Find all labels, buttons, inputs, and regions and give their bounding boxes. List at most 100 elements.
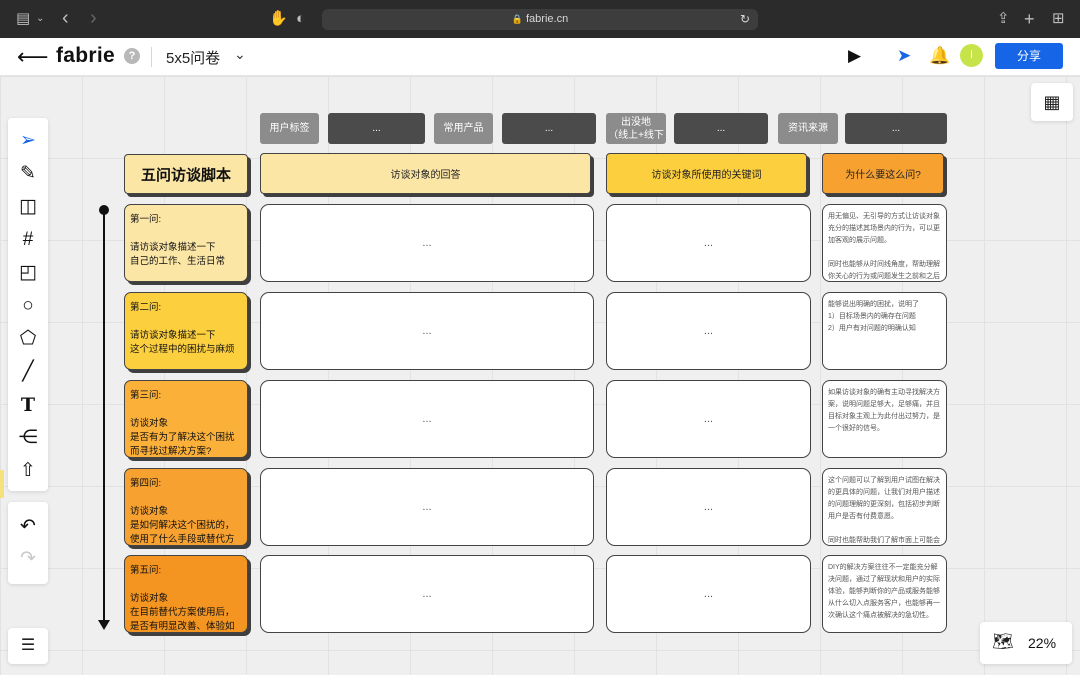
answer-card[interactable]: ...: [260, 292, 594, 370]
layers-icon[interactable]: ☰: [8, 628, 48, 664]
column-header-why[interactable]: 为什么要这么问?: [822, 153, 944, 194]
divider: [151, 47, 152, 67]
why-card[interactable]: 能够说出明确的困扰，说明了 1）目标场景内的确存在问题 2）用户有对问题的明确认…: [822, 292, 947, 370]
upload-icon[interactable]: ⇧: [8, 456, 48, 486]
extension-icon[interactable]: ✋: [269, 9, 288, 29]
tag-location[interactable]: 出没地 （线上+线下: [606, 113, 666, 144]
connector-tool-icon[interactable]: ⋲: [8, 423, 48, 453]
avatar[interactable]: I: [960, 44, 983, 67]
answer-placeholder: ...: [422, 325, 432, 337]
answer-card[interactable]: ...: [260, 204, 594, 282]
keywords-placeholder: ...: [703, 588, 714, 600]
share-button[interactable]: 分享: [995, 43, 1063, 69]
why-text: 如果访谈对象的确有主动寻找解决方案，说明问题足够大，足够痛，并且目标对象主观上为…: [828, 389, 940, 432]
pen-tool-icon[interactable]: ✎: [8, 159, 48, 189]
document-title[interactable]: 5x5问卷: [166, 47, 220, 68]
timeline-arrow-icon: [98, 620, 110, 630]
table-icon[interactable]: ▦: [1031, 83, 1073, 121]
why-text: 能够说出明确的困扰，说明了 1）目标场景内的确存在问题 2）用户有对问题的明确认…: [828, 301, 919, 332]
answer-placeholder: ...: [422, 501, 432, 513]
lock-icon: 🔒: [511, 14, 523, 24]
why-card[interactable]: 这个问题可以了解到用户试图在解决的更具体的问题，让我们对用户描述的问题理解的更深…: [822, 468, 947, 546]
select-tool-icon[interactable]: ➢: [8, 126, 48, 156]
history-palette: ↶ ↷: [8, 502, 48, 584]
help-icon[interactable]: ?: [124, 48, 140, 64]
tag-common-products[interactable]: 常用产品: [434, 113, 493, 144]
why-card[interactable]: 如果访谈对象的确有主动寻找解决方案，说明问题足够大，足够痛，并且目标对象主观上为…: [822, 380, 947, 458]
keywords-card[interactable]: ...: [606, 292, 811, 370]
back-icon[interactable]: ‹: [62, 8, 69, 28]
text-tool-icon[interactable]: T: [8, 390, 48, 420]
why-card[interactable]: 用无偏见、无引导的方式让访谈对象充分的描述其场景内的行为，可以更加客观的展示问题…: [822, 204, 947, 282]
answer-card[interactable]: ...: [260, 555, 594, 633]
question-card[interactable]: 第三问: 访谈对象 是否有为了解决这个困扰而寻找过解决方案?: [124, 380, 248, 458]
zoom-level[interactable]: 22%: [1028, 635, 1056, 651]
chevron-down-icon[interactable]: ⌄: [234, 46, 246, 63]
question-number: 第一问:: [130, 214, 162, 225]
privacy-icon[interactable]: ◐: [296, 9, 305, 29]
tag-user-label[interactable]: 用户标签: [260, 113, 319, 144]
browser-toolbar: ▤ ⌄ ‹ › ✋ ◐ 🔒 fabrie.cn ↻ ⇪ + ⊞: [0, 0, 1080, 38]
address-bar[interactable]: 🔒 fabrie.cn ↻: [322, 9, 758, 30]
tag-value[interactable]: ...: [845, 113, 947, 144]
line-tool-icon[interactable]: ╱: [8, 357, 48, 387]
question-text: 访谈对象 是如何解决这个困扰的，使用了什么手段或替代方案?: [130, 506, 235, 545]
answer-placeholder: ...: [422, 413, 432, 425]
url-text: fabrie.cn: [526, 13, 569, 25]
timeline-line: [103, 210, 105, 626]
sidebar-icon[interactable]: ▤: [16, 9, 30, 29]
chevron-down-icon[interactable]: ⌄: [36, 9, 44, 29]
keywords-placeholder: ...: [703, 325, 714, 337]
app-logo[interactable]: fabrie: [56, 44, 115, 68]
share-icon[interactable]: ⇪: [997, 9, 1010, 29]
keywords-placeholder: ...: [703, 501, 714, 513]
new-tab-icon[interactable]: +: [1024, 9, 1035, 29]
circle-tool-icon[interactable]: ○: [8, 291, 48, 321]
column-header-keywords[interactable]: 访谈对象所使用的关键词: [606, 153, 807, 194]
why-text: 用无偏见、无引导的方式让访谈对象充分的描述其场景内的行为，可以更加客观的展示问题…: [828, 213, 940, 280]
reload-icon[interactable]: ↻: [740, 9, 750, 30]
keywords-card[interactable]: ...: [606, 555, 811, 633]
redo-icon[interactable]: ↷: [8, 544, 48, 574]
board-title[interactable]: 五问访谈脚本: [124, 154, 248, 194]
present-icon[interactable]: ▶: [848, 46, 861, 66]
tag-info-source[interactable]: 资讯来源: [778, 113, 838, 144]
answer-placeholder: ...: [422, 588, 432, 600]
keywords-card[interactable]: ...: [606, 468, 811, 546]
frame-tool-icon[interactable]: #: [8, 225, 48, 255]
question-text: 请访谈对象描述一下 自己的工作、生活日常: [130, 242, 226, 267]
keywords-card[interactable]: ...: [606, 380, 811, 458]
question-card[interactable]: 第五问: 访谈对象 在目前替代方案使用后，是否有明显改善、体验如何?: [124, 555, 248, 633]
question-text: 访谈对象 是否有为了解决这个困扰而寻找过解决方案?: [130, 418, 235, 457]
answer-card[interactable]: ...: [260, 468, 594, 546]
back-arrow-icon[interactable]: ⟵: [17, 44, 49, 70]
app-header: ⟵ fabrie ? 5x5问卷 ⌄ ▶ ➤ 🔔 I 分享: [0, 38, 1080, 76]
zoom-control[interactable]: 🗺 22%: [980, 622, 1072, 664]
why-text: DIY的解决方案往往不一定能充分解决问题，通过了解现状和用户的实际体验，能够判断…: [828, 564, 940, 619]
question-card[interactable]: 第四问: 访谈对象 是如何解决这个困扰的，使用了什么手段或替代方案?: [124, 468, 248, 546]
sticky-note-icon[interactable]: ◰: [8, 258, 48, 288]
map-icon[interactable]: 🗺: [992, 632, 1014, 652]
tab-overview-icon[interactable]: ⊞: [1052, 9, 1065, 29]
keywords-card[interactable]: ...: [606, 204, 811, 282]
question-number: 第四问:: [130, 478, 162, 489]
polygon-tool-icon[interactable]: ⬠: [8, 324, 48, 354]
question-number: 第二问:: [130, 302, 162, 313]
forward-icon[interactable]: ›: [90, 8, 97, 28]
cursor-follow-icon[interactable]: ➤: [897, 46, 911, 66]
question-card[interactable]: 第一问: 请访谈对象描述一下 自己的工作、生活日常: [124, 204, 248, 282]
tag-value[interactable]: ...: [674, 113, 768, 144]
template-tool-icon[interactable]: ◫: [8, 192, 48, 222]
tag-value[interactable]: ...: [502, 113, 596, 144]
question-card[interactable]: 第二问: 请访谈对象描述一下 这个过程中的困扰与麻烦: [124, 292, 248, 370]
offscreen-sticky-edge: [0, 470, 4, 498]
question-text: 访谈对象 在目前替代方案使用后，是否有明显改善、体验如何?: [130, 593, 235, 632]
question-text: 请访谈对象描述一下 这个过程中的困扰与麻烦: [130, 330, 235, 355]
keywords-placeholder: ...: [703, 237, 714, 249]
undo-icon[interactable]: ↶: [8, 512, 48, 542]
tag-value[interactable]: ...: [328, 113, 425, 144]
why-card[interactable]: DIY的解决方案往往不一定能充分解决问题，通过了解现状和用户的实际体验，能够判断…: [822, 555, 947, 633]
answer-card[interactable]: ...: [260, 380, 594, 458]
bell-icon[interactable]: 🔔: [929, 46, 950, 66]
column-header-answer[interactable]: 访谈对象的回答: [260, 153, 591, 194]
